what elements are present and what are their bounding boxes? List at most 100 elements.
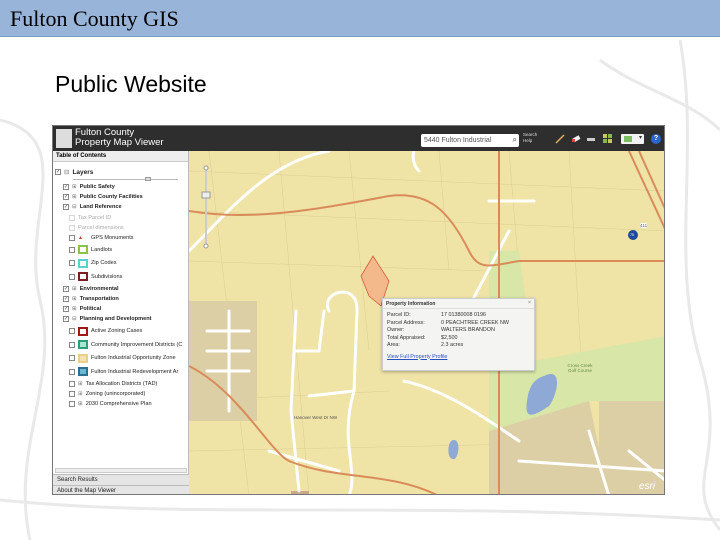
toc-layer-label: Parcel dimensions [78,224,124,231]
toc-layer-label: Landlots [91,246,113,253]
toc-layer-item[interactable]: Fulton Industrial Opportunity Zone [69,353,176,363]
toc-layer-item[interactable]: Zip Codes [69,258,117,268]
toc-layer-label: Environmental [79,285,119,292]
checkbox[interactable] [69,246,75,253]
toc-layer-label: Public Safety [79,184,115,190]
toc-layer-label: Community Improvement Districts (C [91,341,183,348]
eraser-icon[interactable] [571,134,581,144]
toc-layer-item[interactable]: Community Improvement Districts (C [69,340,182,349]
legend-swatch-icon [78,353,88,363]
toc-layer-label: Tax Allocation Districts (TAD) [85,380,158,387]
toc-layer-label: Tax Parcel ID [78,214,112,221]
basemap-gallery-icon[interactable] [603,134,613,144]
property-info-popup: Property Information × Parcel ID: 17 0138… [382,298,535,371]
toc-layer-item[interactable]: ⊞ 2030 Comprehensive Plan [69,400,152,407]
toc-layer-item[interactable]: Active Zoning Cases [69,326,142,336]
legend-icon[interactable] [586,134,596,144]
legend-swatch-icon [78,258,88,268]
map-label: 75 [630,233,634,237]
expand-icon[interactable]: ⊞ [78,401,83,407]
checkbox[interactable] [69,355,75,361]
print-dropdown-button[interactable]: ▾ [621,134,644,144]
checkbox[interactable] [63,306,69,313]
toc-layer-label: Fulton Industrial Opportunity Zone [91,355,176,361]
checkbox[interactable] [63,194,69,201]
transparency-slider[interactable] [73,177,178,181]
toc-layer-label: 2030 Comprehensive Plan [85,400,152,407]
expand-icon[interactable]: ⊞ [72,286,77,292]
toc-layer-item[interactable]: ⊟Planning and Development [63,316,151,323]
checkbox[interactable] [69,214,75,221]
checkbox[interactable] [69,328,75,334]
expand-icon[interactable]: ⊞ [72,306,77,312]
app-name: Fulton County Property Map Viewer [75,127,164,148]
expand-icon[interactable]: ⊞ [72,194,77,200]
checkbox[interactable] [63,295,69,302]
search-results-tab[interactable]: Search Results [53,474,189,485]
search-help-link[interactable]: Search Help [523,132,537,144]
legend-swatch-icon [78,245,88,255]
toc-layer-item[interactable]: ⊞Public County Facilities [63,194,143,201]
checkbox[interactable] [63,184,69,190]
checkbox[interactable] [69,390,75,397]
checkbox[interactable] [69,400,75,407]
toc-layer-item[interactable]: ⊞Environmental [63,285,119,292]
checkbox[interactable] [69,260,75,267]
checkbox[interactable] [69,380,75,387]
address-search-input[interactable]: 5440 Fulton Industrial ⌕ [421,134,519,147]
toc-layer-item[interactable]: Tax Parcel ID [69,214,112,221]
toc-layer-label: Public County Facilities [79,194,143,201]
checkbox[interactable] [69,273,75,280]
checkbox[interactable] [63,204,69,211]
toc-layer-item[interactable]: ⊞Transportation [63,295,119,302]
map-label: Hanover West Dr NW [294,415,338,420]
search-icon[interactable]: ⌕ [513,135,517,144]
toc-layer-label: Zoning (unincorporated) [85,390,146,397]
toc-layer-item[interactable]: ▲ GPS Monuments [69,235,134,241]
popup-field: Total Appraised: $2,500 [387,334,458,341]
slider-handle[interactable] [145,177,151,181]
popup-field: Parcel Address: 0 PEACHTREE CREEK NW [387,319,509,326]
checkbox[interactable] [63,316,69,323]
toc-layer-item[interactable]: Parcel dimensions [69,224,124,231]
map-viewer-screenshot: Fulton County Property Map Viewer 5440 Fu… [52,125,665,495]
checkbox[interactable] [69,341,75,348]
collapse-icon[interactable]: ⊟ [72,204,77,210]
expand-icon[interactable]: ⊞ [78,391,83,397]
checkbox[interactable] [69,235,75,241]
expand-icon[interactable]: ⊞ [78,381,83,387]
view-full-property-profile-link[interactable]: View Full Property Profile [383,350,534,364]
about-map-viewer-tab[interactable]: About the Map Viewer [53,485,189,494]
fulton-county-logo [56,129,72,148]
horizontal-scrollbar[interactable] [55,468,187,473]
help-icon[interactable]: ? [651,134,661,144]
measure-icon[interactable] [555,134,565,144]
legend-swatch-icon [78,272,88,282]
toc-layer-item[interactable]: ⊟Land Reference [63,204,122,211]
toc-layer-item[interactable]: Subdivisions [69,272,123,282]
checkbox[interactable] [69,368,75,375]
toc-layer-item[interactable]: ⊞ Tax Allocation Districts (TAD) [69,380,158,387]
toc-layer-item[interactable]: ⊞Political [63,306,101,313]
toc-layer-item[interactable]: Landlots [69,245,113,255]
popup-field: Area: 2.3 acres [387,342,464,348]
toc-layer-label: Subdivisions [91,273,123,280]
legend-swatch-icon [78,367,88,376]
collapse-icon[interactable]: ⊟ [72,316,77,322]
expand-icon[interactable]: ⊞ [72,184,77,190]
checkbox[interactable] [69,224,75,231]
slide-subtitle: Public Website [55,71,207,97]
app-header: Fulton County Property Map Viewer 5440 Fu… [53,126,664,151]
checkbox[interactable] [63,285,69,292]
toc-root-layers[interactable]: ⊟Layers [55,168,93,176]
close-icon[interactable]: × [528,300,531,306]
legend-swatch-icon [78,340,88,349]
toc-layer-label: Transportation [79,295,119,302]
toc-layer-item[interactable]: Fulton Industrial Redevelopment Ar [69,367,178,376]
chevron-down-icon: ▾ [638,135,642,141]
map-canvas[interactable]: Cross Creek Golf Course Hanover West Dr … [187,139,664,494]
checkbox[interactable] [55,169,61,175]
toc-layer-item[interactable]: ⊞Public Safety [63,184,115,190]
toc-layer-item[interactable]: ⊞ Zoning (unincorporated) [69,390,146,397]
expand-icon[interactable]: ⊞ [72,296,77,302]
